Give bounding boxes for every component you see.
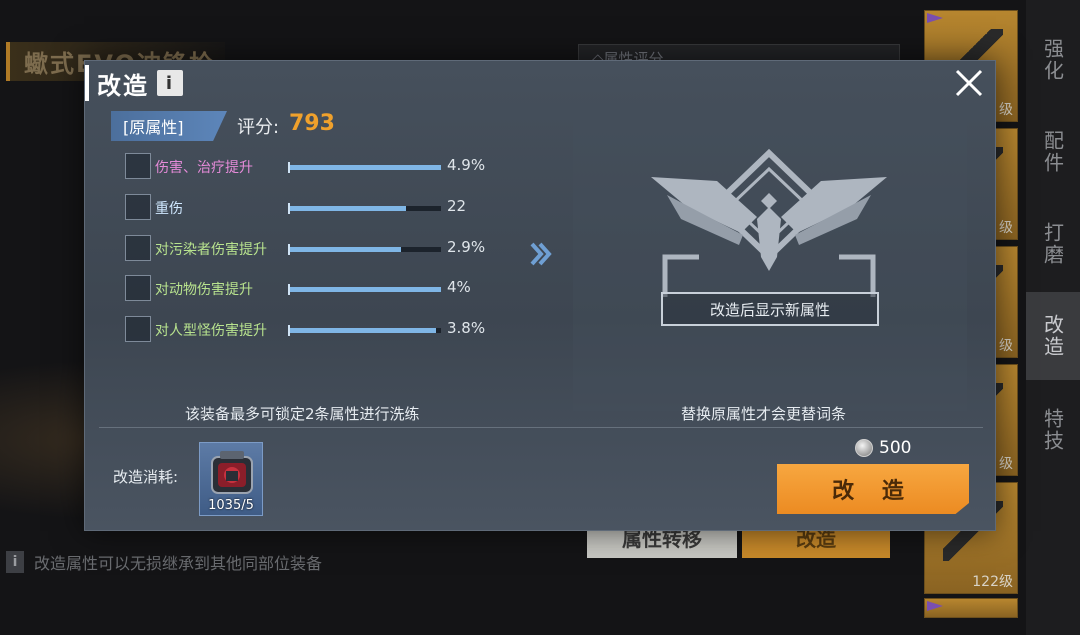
lock-checkbox[interactable] bbox=[125, 194, 151, 220]
attribute-value: 22 bbox=[447, 197, 467, 215]
lock-checkbox[interactable] bbox=[125, 275, 151, 301]
tab-polish[interactable]: 打磨 bbox=[1026, 200, 1080, 288]
lock-checkbox[interactable] bbox=[125, 316, 151, 342]
slot-level: 级 bbox=[999, 456, 1013, 472]
equipment-slot[interactable] bbox=[924, 598, 1018, 618]
attribute-value: 4% bbox=[447, 278, 471, 296]
score-label: 评分: bbox=[237, 117, 280, 138]
lock-hint: 该装备最多可锁定2条属性进行洗练 bbox=[185, 405, 420, 423]
silver-coin-icon bbox=[855, 439, 873, 457]
tab-strengthen[interactable]: 强化 bbox=[1026, 16, 1080, 104]
dialog-title: 改造 i bbox=[97, 67, 183, 100]
attribute-value: 4.9% bbox=[447, 156, 486, 174]
slot-level: 122级 bbox=[972, 574, 1013, 590]
title-accent-bar bbox=[85, 65, 89, 101]
attribute-bar-start-tick bbox=[288, 203, 290, 214]
cost-label: 改造消耗: bbox=[113, 468, 179, 486]
eagle-emblem-icon bbox=[651, 148, 887, 297]
attribute-row: 重伤 22 bbox=[125, 194, 495, 222]
modify-button[interactable]: 改 造 bbox=[777, 464, 969, 514]
new-attributes-placeholder: 改造后显示新属性 bbox=[661, 292, 879, 326]
rarity-marker-icon bbox=[927, 13, 943, 23]
attribute-bar-start-tick bbox=[288, 244, 290, 255]
attribute-name: 重伤 bbox=[155, 201, 183, 217]
rarity-marker-icon bbox=[927, 601, 943, 611]
close-icon[interactable] bbox=[953, 67, 985, 99]
attribute-row: 伤害、治疗提升 4.9% bbox=[125, 153, 495, 181]
attribute-bar-fill bbox=[289, 247, 401, 252]
attribute-bar-fill bbox=[289, 328, 436, 333]
modification-kit-icon bbox=[211, 451, 253, 494]
attribute-name: 对动物伤害提升 bbox=[155, 282, 253, 298]
tab-special-skill[interactable]: 特技 bbox=[1026, 386, 1080, 474]
attribute-name: 伤害、治疗提升 bbox=[155, 160, 253, 176]
inherit-tip: i 改造属性可以无损继承到其他同部位装备 bbox=[6, 550, 322, 574]
attribute-bar-start-tick bbox=[288, 162, 290, 173]
material-slot[interactable]: 1035/5 bbox=[199, 442, 263, 516]
lock-checkbox[interactable] bbox=[125, 235, 151, 261]
double-chevron-right-icon bbox=[530, 242, 552, 266]
attribute-value: 2.9% bbox=[447, 238, 486, 256]
tab-accessories[interactable]: 配件 bbox=[1026, 108, 1080, 196]
slot-level: 级 bbox=[999, 220, 1013, 236]
attribute-name: 对污染者伤害提升 bbox=[155, 242, 267, 258]
attribute-row: 对动物伤害提升 4% bbox=[125, 275, 495, 303]
info-icon: i bbox=[6, 551, 24, 573]
original-attributes-tag: [原属性] bbox=[111, 111, 227, 141]
tab-modify[interactable]: 改造 bbox=[1026, 292, 1080, 380]
attribute-bar-start-tick bbox=[288, 325, 290, 336]
slot-level: 级 bbox=[999, 338, 1013, 354]
attribute-bar-fill bbox=[289, 287, 441, 292]
attribute-bar-start-tick bbox=[288, 284, 290, 295]
slot-level: 级 bbox=[999, 102, 1013, 118]
coin-value: 500 bbox=[879, 438, 912, 458]
info-icon[interactable]: i bbox=[157, 70, 183, 96]
attribute-bar-fill bbox=[289, 165, 441, 170]
lock-checkbox[interactable] bbox=[125, 153, 151, 179]
attribute-name: 对人型怪伤害提升 bbox=[155, 323, 267, 339]
dialog-header: 改造 i bbox=[85, 61, 995, 105]
inherit-tip-text: 改造属性可以无损继承到其他同部位装备 bbox=[34, 554, 323, 573]
attribute-row: 对污染者伤害提升 2.9% bbox=[125, 235, 495, 263]
divider bbox=[99, 427, 983, 428]
attribute-bar-fill bbox=[289, 206, 406, 211]
attribute-value: 3.8% bbox=[447, 319, 486, 337]
dialog-title-text: 改造 bbox=[97, 71, 149, 100]
modify-dialog: 改造 i [原属性] 评分: 793 伤害、治疗提升 4.9% 重伤 22 对污染者伤害… bbox=[84, 60, 996, 531]
coin-cost: 500 bbox=[855, 437, 911, 459]
attribute-row: 对人型怪伤害提升 3.8% bbox=[125, 316, 495, 344]
material-count: 1035/5 bbox=[208, 498, 254, 513]
replace-hint: 替换原属性才会更替词条 bbox=[681, 405, 847, 423]
score-value: 793 bbox=[289, 111, 335, 136]
